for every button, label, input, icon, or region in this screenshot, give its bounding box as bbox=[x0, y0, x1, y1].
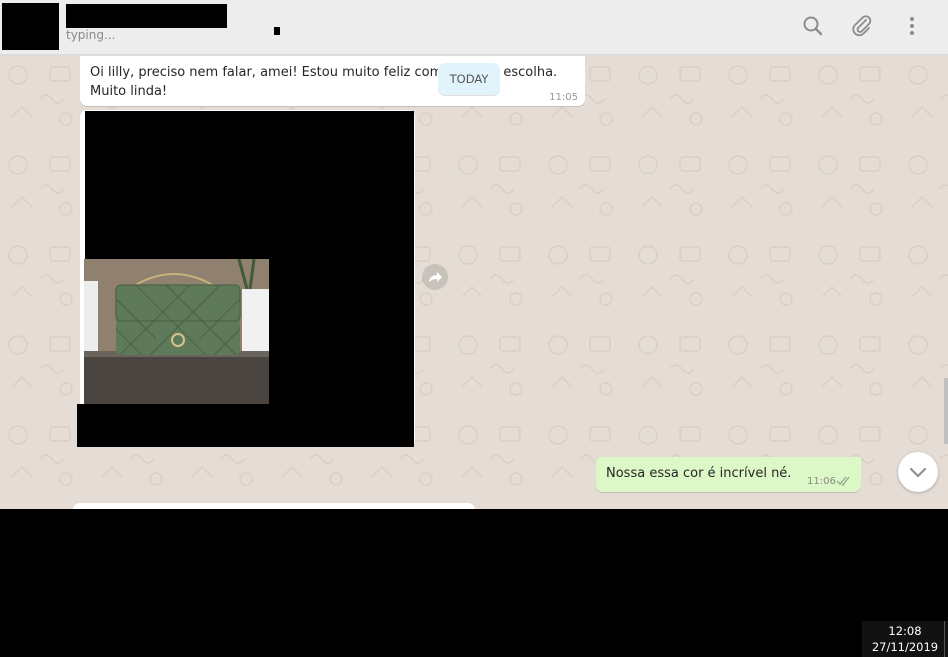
taskbar-divider bbox=[944, 621, 945, 657]
contact-status: typing... bbox=[66, 28, 116, 42]
scroll-to-bottom-button[interactable] bbox=[898, 452, 938, 492]
taskbar-time: 12:08 bbox=[888, 624, 922, 638]
incoming-message[interactable]: Oi lilly, preciso nem falar, amei! Estou… bbox=[80, 56, 585, 106]
incoming-message-text: Oi lilly, preciso nem falar, amei! Estou… bbox=[90, 65, 558, 99]
handbag-photo[interactable] bbox=[84, 259, 269, 404]
taskbar-clock[interactable]: 12:08 27/11/2019 bbox=[862, 621, 948, 657]
redacted-region bbox=[0, 509, 948, 657]
paperclip-icon[interactable] bbox=[849, 13, 875, 39]
outgoing-message[interactable]: Nossa essa cor é incrível né. 11:06 bbox=[596, 457, 861, 492]
taskbar-date: 27/11/2019 bbox=[871, 640, 939, 654]
contact-name-redacted[interactable] bbox=[66, 4, 227, 28]
outgoing-message-time: 11:06 bbox=[807, 476, 836, 487]
chevron-down-icon bbox=[909, 467, 927, 478]
forward-button[interactable] bbox=[422, 264, 448, 290]
contact-avatar[interactable] bbox=[2, 3, 59, 50]
chat-header: typing... bbox=[0, 0, 948, 55]
image-redacted-area-lower bbox=[77, 404, 413, 447]
chat-panel[interactable]: Oi lilly, preciso nem falar, amei! Estou… bbox=[0, 55, 948, 509]
incoming-message-time: 11:05 bbox=[549, 92, 578, 103]
forward-icon bbox=[429, 272, 442, 282]
redaction-mark bbox=[274, 27, 280, 35]
search-icon[interactable] bbox=[800, 13, 826, 39]
chat-scrollbar[interactable] bbox=[944, 378, 948, 444]
outgoing-message-text: Nossa essa cor é incrível né. bbox=[606, 466, 792, 481]
more-vertical-icon[interactable] bbox=[899, 13, 925, 39]
date-chip: TODAY bbox=[438, 63, 500, 95]
double-check-icon bbox=[836, 476, 850, 486]
